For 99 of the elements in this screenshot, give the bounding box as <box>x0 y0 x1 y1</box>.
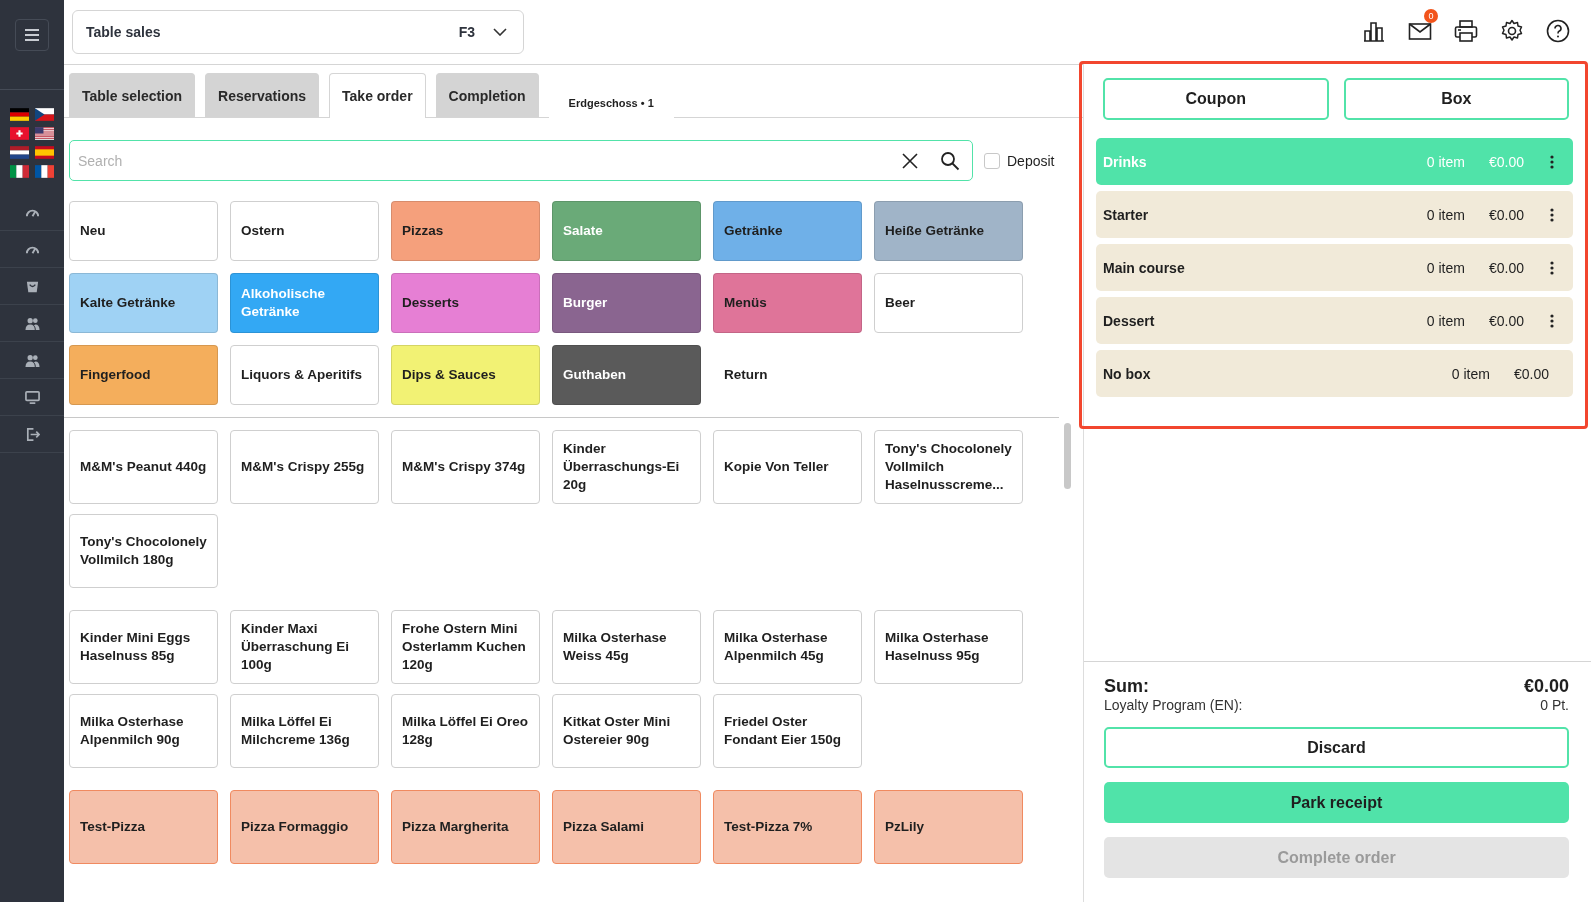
product-tile[interactable]: Milka Osterhase Alpenmilch 90g <box>69 694 218 768</box>
category-tile[interactable]: Fingerfood <box>69 345 218 405</box>
close-icon[interactable] <box>902 152 918 169</box>
chevron-down-icon <box>493 28 507 36</box>
loyalty-points: 0 Pt. <box>1540 697 1569 713</box>
deposit-label: Deposit <box>1007 152 1055 169</box>
product-tile[interactable]: Kinder Überraschungs-Ei 20g <box>552 430 701 504</box>
deposit-checkbox[interactable] <box>984 152 1000 169</box>
category-tile[interactable]: Kalte Getränke <box>69 273 218 333</box>
box-amount: €0.00 <box>1513 365 1549 382</box>
category-tile[interactable]: Burger <box>552 273 701 333</box>
sum-label: Sum: <box>1104 676 1149 697</box>
more-icon[interactable] <box>1550 154 1554 169</box>
category-tile[interactable]: Menüs <box>713 273 862 333</box>
product-tile[interactable]: Test-Pizza <box>69 790 218 864</box>
category-tile[interactable]: Ostern <box>230 201 379 261</box>
product-tile[interactable]: Pizza Margherita <box>391 790 540 864</box>
box-name: Dessert <box>1103 312 1156 329</box>
box-amount: €0.00 <box>1488 206 1524 223</box>
product-tile[interactable]: Kinder Mini Eggs Haselnuss 85g <box>69 610 218 684</box>
box-row[interactable]: Starter 0 item €0.00 <box>1096 191 1573 238</box>
category-tile[interactable]: Pizzas <box>391 201 540 261</box>
category-tile[interactable]: Guthaben <box>552 345 701 405</box>
flag-icon[interactable] <box>35 108 54 121</box>
box-name: Starter <box>1103 206 1150 223</box>
flag-icon[interactable] <box>10 146 29 159</box>
product-tile[interactable]: Milka Osterhase Haselnuss 95g <box>874 610 1023 684</box>
product-tile[interactable]: Pizza Salami <box>552 790 701 864</box>
return-button[interactable]: Return <box>713 345 862 405</box>
product-tile[interactable]: Tony's Chocolonely Vollmilch Haselnusscreme... <box>874 430 1023 504</box>
box-row[interactable]: No box 0 item €0.00 <box>1096 350 1573 397</box>
flag-icon[interactable] <box>35 127 54 140</box>
category-tile[interactable]: Dips & Sauces <box>391 345 540 405</box>
box-amount: €0.00 <box>1488 259 1524 276</box>
mode-dropdown[interactable]: Table sales F3 <box>72 10 524 54</box>
box-count: 0 item <box>1426 206 1465 223</box>
loyalty-label: Loyalty Program (EN): <box>1104 697 1243 713</box>
box-amount: €0.00 <box>1488 312 1524 329</box>
box-count: 0 item <box>1451 365 1490 382</box>
product-tile[interactable]: Kitkat Oster Mini Ostereier 90g <box>552 694 701 768</box>
box-name: No box <box>1103 365 1152 382</box>
product-tile[interactable]: M&M's Crispy 374g <box>391 430 540 504</box>
category-tile[interactable]: Getränke <box>713 201 862 261</box>
box-name: Drinks <box>1103 153 1148 170</box>
tab[interactable]: Table selection <box>69 73 196 117</box>
product-tile[interactable]: Kopie Von Teller <box>713 430 862 504</box>
flag-icon[interactable] <box>10 127 29 140</box>
box-name: Main course <box>1103 259 1186 276</box>
scrollbar[interactable] <box>1064 423 1071 489</box>
tab[interactable]: Completion <box>435 73 539 117</box>
order-button[interactable]: Coupon <box>1103 78 1329 120</box>
product-tile[interactable]: M&M's Crispy 255g <box>230 430 379 504</box>
action-button[interactable]: Park receipt <box>1104 782 1569 823</box>
product-tile[interactable]: Milka Löffel Ei Oreo 128g <box>391 694 540 768</box>
product-tile[interactable]: Test-Pizza 7% <box>713 790 862 864</box>
sum-value: €0.00 <box>1523 676 1569 697</box>
tab[interactable]: Reservations <box>205 73 320 117</box>
product-tile[interactable]: Milka Osterhase Weiss 45g <box>552 610 701 684</box>
tab[interactable]: Take order <box>329 73 426 118</box>
logout-icon[interactable] <box>24 426 40 442</box>
flag-icon[interactable] <box>35 165 54 178</box>
product-tile[interactable]: Milka Löffel Ei Milchcreme 136g <box>230 694 379 768</box>
product-tile[interactable]: Milka Osterhase Alpenmilch 45g <box>713 610 862 684</box>
product-tile[interactable]: Friedel Oster Fondant Eier 150g <box>713 694 862 768</box>
more-icon[interactable] <box>1550 313 1554 328</box>
box-count: 0 item <box>1426 153 1465 170</box>
box-count: 0 item <box>1426 312 1465 329</box>
users-icon[interactable] <box>24 315 40 331</box>
category-tile[interactable]: Neu <box>69 201 218 261</box>
category-tile[interactable]: Desserts <box>391 273 540 333</box>
box-row[interactable]: Dessert 0 item €0.00 <box>1096 297 1573 344</box>
category-tile[interactable]: Liquors & Aperitifs <box>230 345 379 405</box>
monitor-icon[interactable] <box>24 389 40 405</box>
flag-icon[interactable] <box>10 108 29 121</box>
menu-button[interactable] <box>15 19 49 51</box>
product-tile[interactable]: Tony's Chocolonely Vollmilch 180g <box>69 514 218 588</box>
box-row[interactable]: Main course 0 item €0.00 <box>1096 244 1573 291</box>
search-icon[interactable] <box>940 150 960 171</box>
printer-icon[interactable] <box>1454 18 1478 43</box>
more-icon[interactable] <box>1550 207 1554 222</box>
flag-icon[interactable] <box>10 165 29 178</box>
box-amount: €0.00 <box>1488 153 1524 170</box>
product-tile[interactable]: M&M's Peanut 440g <box>69 430 218 504</box>
users-icon[interactable] <box>24 352 40 368</box>
product-tile[interactable]: Frohe Ostern Mini Osterlamm Kuchen 120g <box>391 610 540 684</box>
menu-icon <box>24 29 40 41</box>
settings-icon[interactable] <box>1500 18 1524 43</box>
more-icon[interactable] <box>1550 260 1554 275</box>
order-button[interactable]: Box <box>1343 78 1569 120</box>
product-tile[interactable]: PzLily <box>874 790 1023 864</box>
notification-badge: 0 <box>1424 8 1438 23</box>
category-tile[interactable]: Beer <box>874 273 1023 333</box>
category-tile[interactable]: Heiße Getränke <box>874 201 1023 261</box>
help-icon[interactable] <box>1546 18 1570 43</box>
box-count: 0 item <box>1426 259 1465 276</box>
product-tile[interactable]: Pizza Formaggio <box>230 790 379 864</box>
action-button[interactable]: Discard <box>1104 727 1569 768</box>
product-tile[interactable]: Kinder Maxi Überraschung Ei 100g <box>230 610 379 684</box>
search-bar[interactable]: Search <box>69 140 973 181</box>
